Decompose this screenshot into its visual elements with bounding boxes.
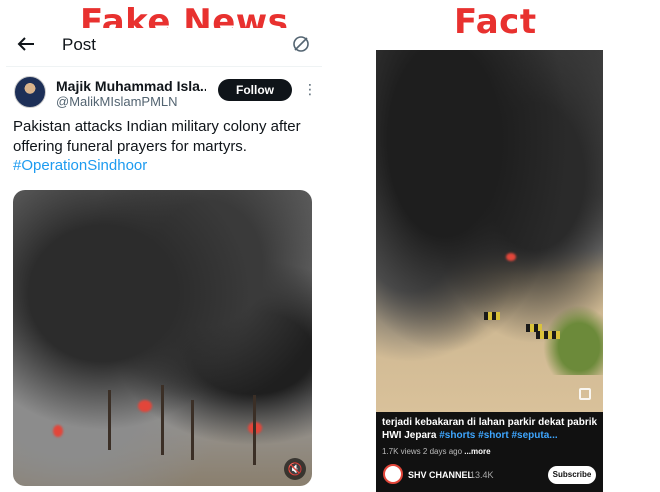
fact-label: Fact (454, 2, 537, 42)
user-handle[interactable]: @MalikMIslamPMLN (56, 94, 178, 109)
caption-tags[interactable]: #shorts #short #seputa... (439, 430, 557, 441)
channel-avatar[interactable] (383, 464, 403, 484)
user-avatar[interactable] (14, 76, 46, 108)
topbar-divider (6, 66, 322, 67)
tweet-card: Post Majik Muhammad Isla... @MalikMIslam… (6, 28, 322, 492)
sync-icon[interactable] (290, 33, 312, 55)
subscribe-button[interactable]: Subscribe (548, 466, 596, 484)
pole (191, 400, 194, 460)
page-title: Post (62, 35, 97, 54)
hashtag-link[interactable]: #OperationSindhoor (13, 157, 147, 174)
curb-mark (536, 331, 560, 339)
short-caption[interactable]: terjadi kebakaran di lahan parkir dekat … (382, 416, 600, 442)
fire-mark (138, 400, 152, 412)
pole (108, 390, 111, 450)
short-video[interactable] (376, 50, 603, 412)
subscriber-count: 13.4K (470, 470, 494, 480)
tweet-topbar: Post (6, 28, 322, 64)
pole (161, 385, 164, 455)
more-dots-icon[interactable]: ⋮ (303, 81, 317, 98)
more-link[interactable]: ...more (464, 447, 490, 456)
user-display-name[interactable]: Majik Muhammad Isla... (56, 78, 206, 94)
fire-mark (53, 425, 63, 437)
tweet-text: Pakistan attacks Indian military colony … (13, 118, 301, 155)
short-meta: 1.7K views 2 days ago ...more (382, 447, 491, 456)
follow-button[interactable]: Follow (218, 79, 292, 101)
back-arrow-icon[interactable] (16, 34, 36, 54)
grass-patch (543, 305, 603, 375)
youtube-short: terjadi kebakaran di lahan parkir dekat … (376, 50, 603, 492)
view-count: 1.7K views (382, 447, 421, 456)
channel-name[interactable]: SHV CHANNEL (408, 470, 473, 480)
upload-age: 2 days ago (422, 447, 463, 456)
fire-mark (506, 253, 516, 261)
expand-icon[interactable] (579, 388, 591, 400)
curb-mark (484, 312, 500, 320)
mute-icon[interactable]: 🔇 (284, 458, 306, 480)
tweet-video[interactable]: 🔇 (13, 190, 312, 486)
pole (253, 395, 256, 465)
